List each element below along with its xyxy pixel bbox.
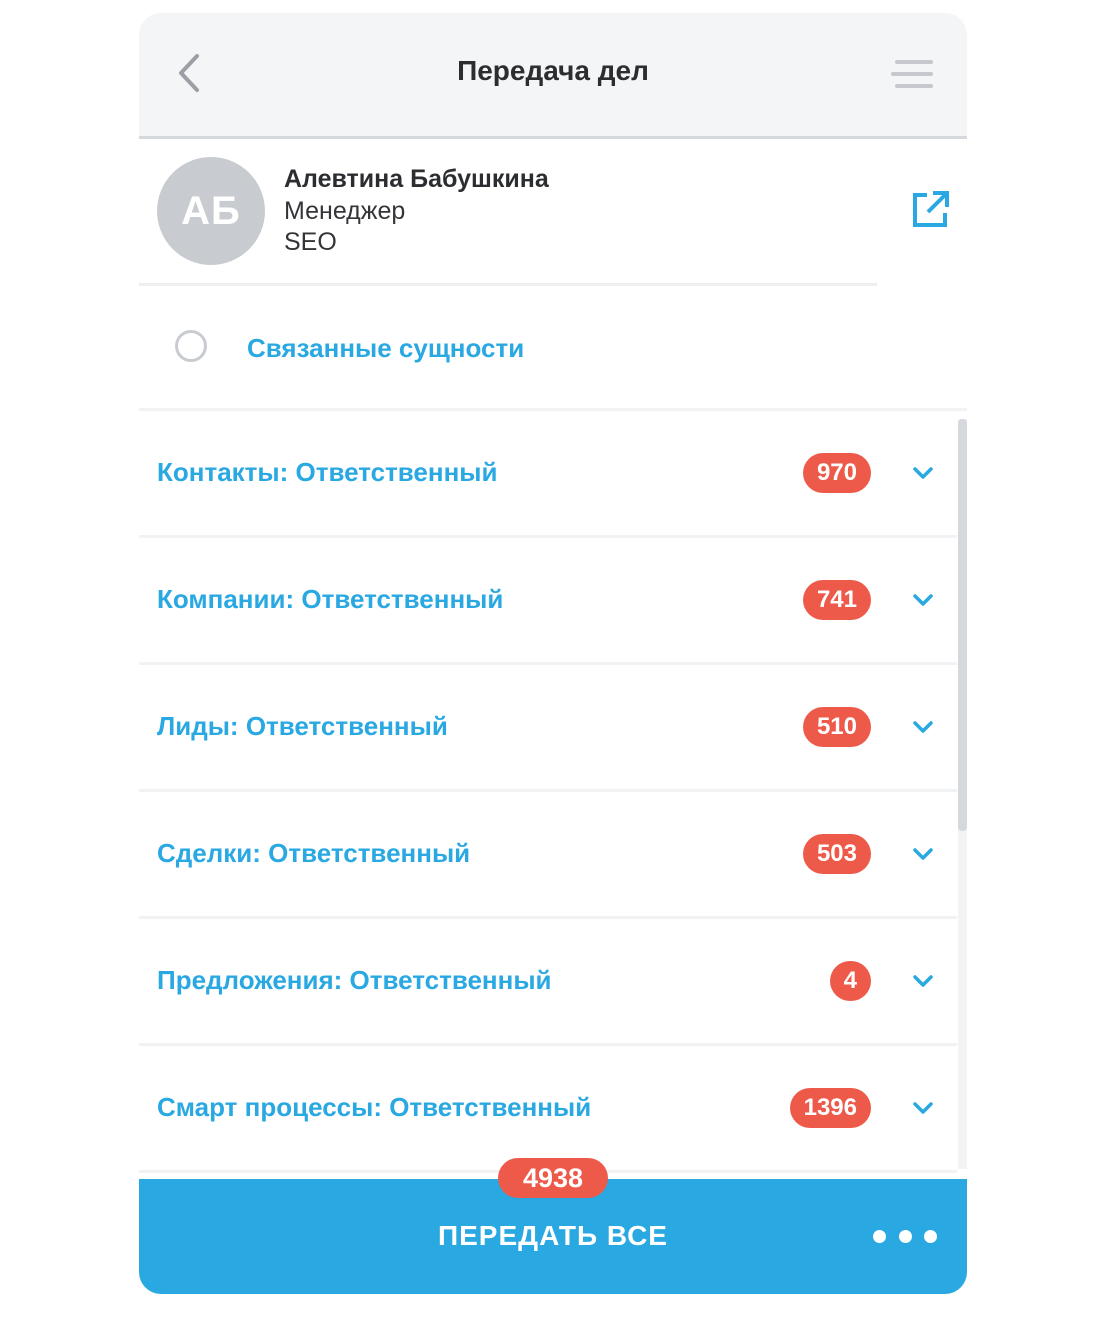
count-badge: 510 [802, 707, 871, 747]
more-dots-icon [898, 1229, 912, 1243]
total-count-badge: 4938 [498, 1158, 608, 1198]
list-item[interactable]: Сделки: Ответственный 503 [139, 792, 957, 919]
transfer-all-label: ПЕРЕДАТЬ ВСЕ [438, 1220, 668, 1251]
count-badge: 4 [829, 961, 871, 1001]
related-entities-label: Связанные сущности [247, 333, 525, 363]
list-item[interactable]: Предложения: Ответственный 4 [139, 919, 957, 1046]
list-item-label: Предложения: Ответственный [157, 965, 552, 995]
chevron-down-icon[interactable] [911, 590, 935, 610]
list-item-label: Лиды: Ответственный [157, 711, 448, 741]
list-item-label: Сделки: Ответственный [157, 838, 471, 868]
list-item[interactable]: Смарт процессы: Ответственный 1396 [139, 1046, 957, 1173]
phone-screen: Передача дел АБ Алевтина Бабушкина Менед… [139, 13, 967, 1294]
related-entities-toggle[interactable]: Связанные сущности [139, 286, 967, 411]
count-badge: 503 [802, 834, 871, 874]
entity-list: Контакты: Ответственный 970 Компании: От… [139, 411, 967, 1173]
more-dots-icon [873, 1229, 886, 1243]
count-badge: 1396 [789, 1088, 871, 1128]
list-item[interactable]: Лиды: Ответственный 510 [139, 665, 957, 792]
scrollbar-thumb[interactable] [958, 419, 967, 831]
top-bar: Передача дел [139, 13, 967, 139]
list-item-label: Компании: Ответственный [157, 584, 504, 614]
chevron-down-icon[interactable] [911, 463, 935, 483]
user-department: SEO [284, 228, 337, 256]
more-dots-icon [924, 1229, 937, 1243]
user-name: Алевтина Бабушкина [284, 165, 549, 193]
count-badge: 970 [802, 453, 871, 493]
chevron-down-icon[interactable] [911, 971, 935, 991]
list-item[interactable]: Контакты: Ответственный 970 [139, 411, 957, 538]
user-role: Менеджер [284, 197, 406, 225]
scrollbar[interactable] [958, 419, 967, 1169]
list-item-label: Смарт процессы: Ответственный [157, 1092, 592, 1122]
list-item[interactable]: Компании: Ответственный 741 [139, 538, 957, 665]
chevron-down-icon[interactable] [911, 717, 935, 737]
more-button[interactable] [873, 1225, 937, 1247]
avatar[interactable]: АБ [157, 157, 265, 265]
external-link-icon [913, 191, 949, 227]
page-title: Передача дел [457, 55, 649, 86]
open-profile-button[interactable] [909, 189, 951, 231]
chevron-down-icon[interactable] [911, 1098, 935, 1118]
related-entities-radio[interactable] [175, 330, 207, 362]
user-card: АБ Алевтина Бабушкина Менеджер SEO [139, 139, 967, 285]
hamburger-menu-icon [891, 60, 933, 88]
chevron-down-icon[interactable] [911, 844, 935, 864]
list-item-label: Контакты: Ответственный [157, 457, 498, 487]
count-badge: 741 [802, 580, 871, 620]
menu-button[interactable] [887, 53, 937, 95]
